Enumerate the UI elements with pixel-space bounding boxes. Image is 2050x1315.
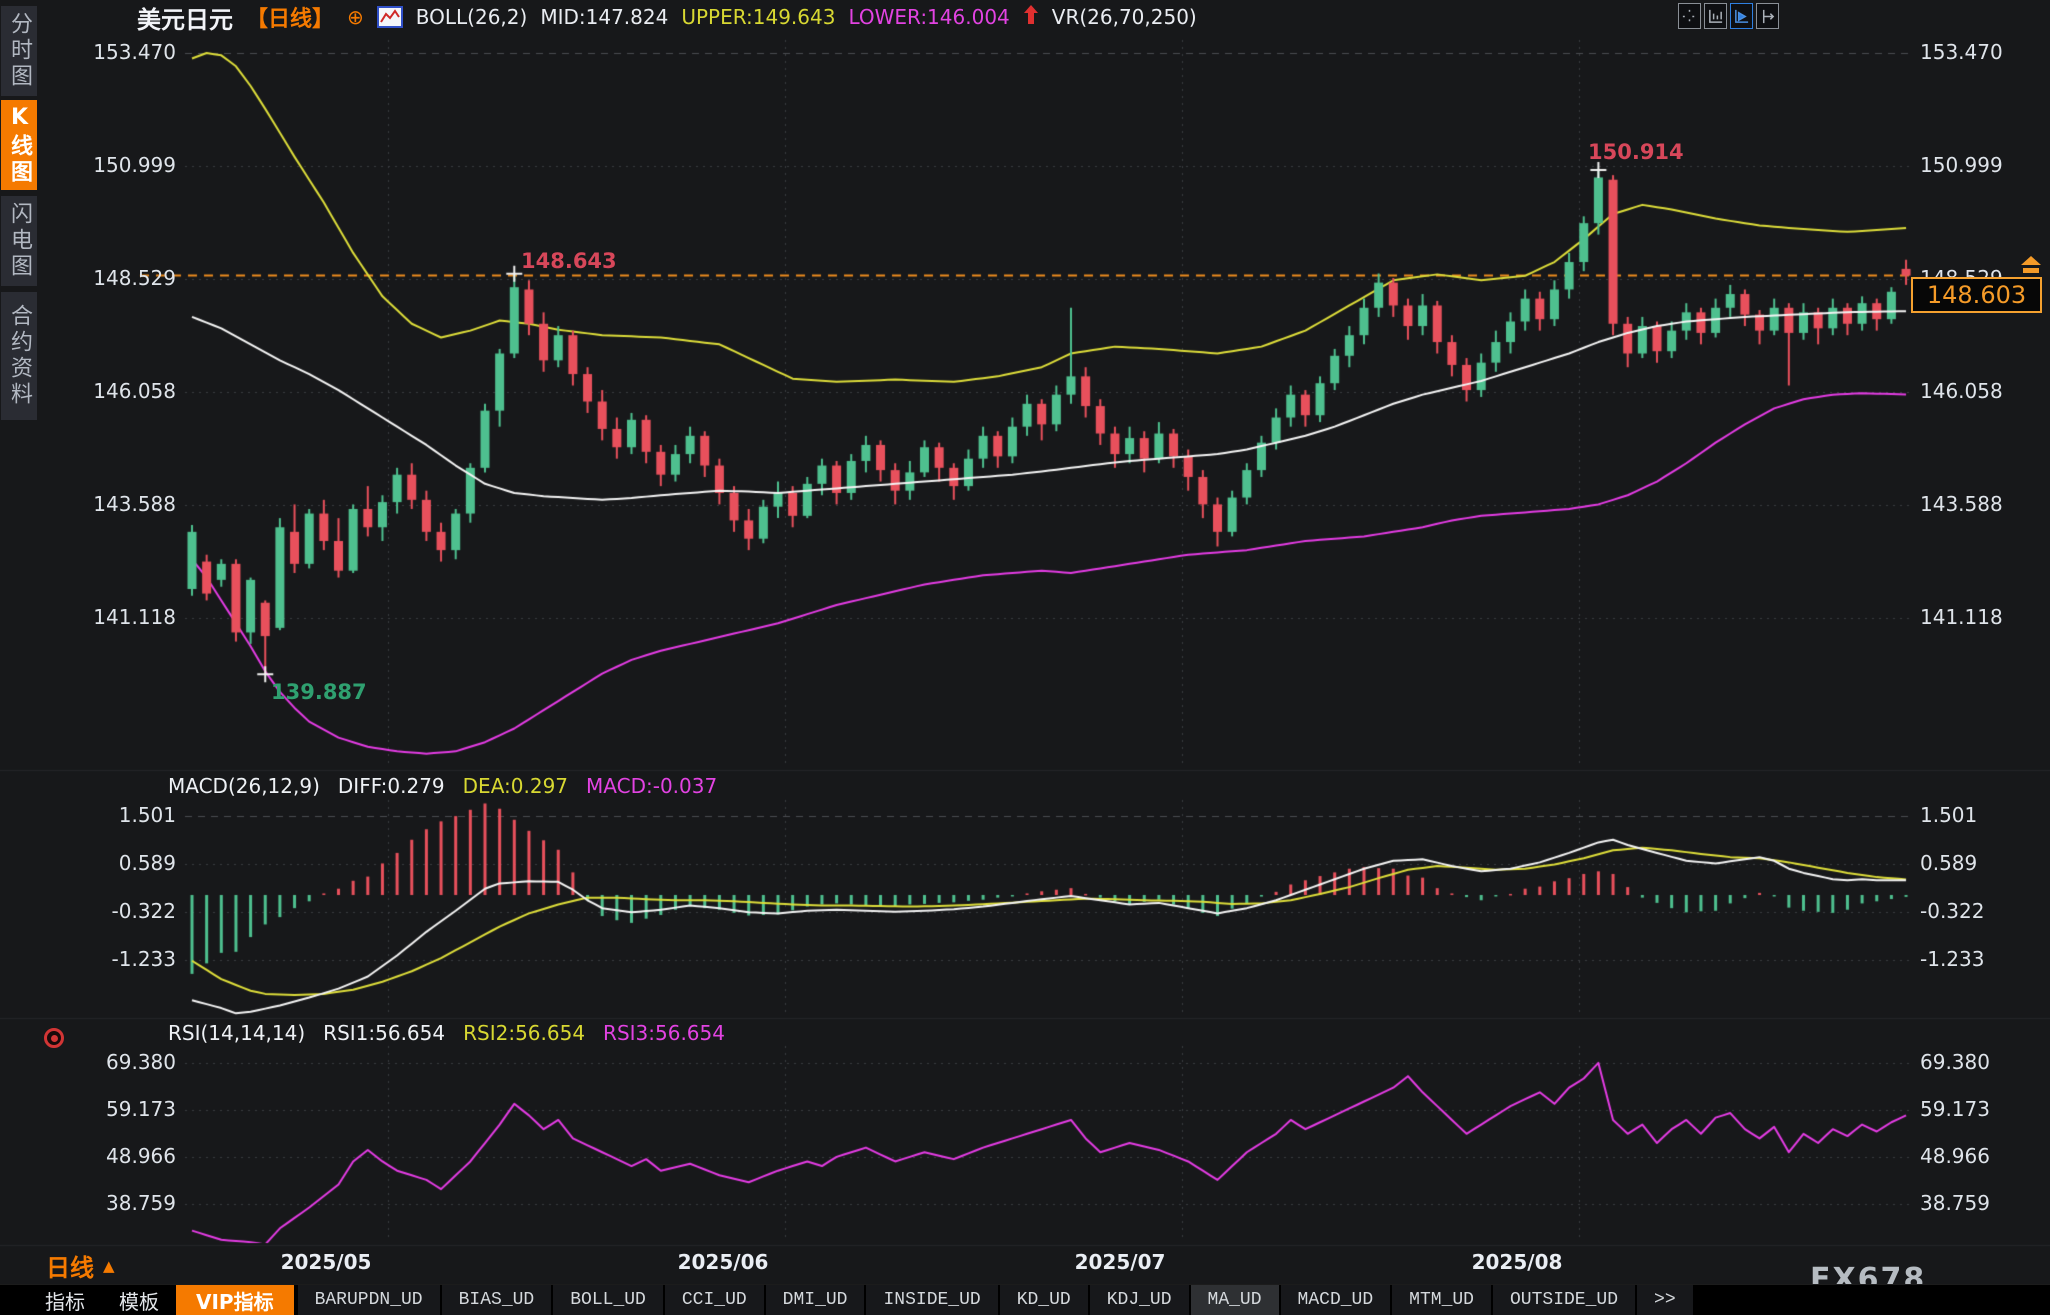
macd-dea-value: DEA:0.297 — [463, 774, 568, 798]
boll-upper-value: UPPER:149.643 — [681, 5, 835, 29]
vr-label: VR(26,70,250) — [1052, 5, 1197, 29]
rsi-title: RSI(14,14,14) — [168, 1021, 305, 1045]
rsi-tick-right: 38.759 — [1920, 1191, 1990, 1215]
rsi-tick-right: 48.966 — [1920, 1144, 1990, 1168]
macd-macd-value: MACD:-0.037 — [586, 774, 717, 798]
price-tick-left: 143.588 — [88, 492, 176, 516]
rsi3-value: RSI3:56.654 — [603, 1021, 725, 1045]
record-icon[interactable] — [44, 1028, 64, 1048]
macd-tick-left: -0.322 — [88, 899, 176, 923]
period-text: 日线 — [46, 1248, 94, 1283]
tab-bias_ud[interactable]: BIAS_UD — [442, 1285, 552, 1315]
crosshair-tool-button[interactable] — [1678, 3, 1701, 29]
price-tick-right: 153.470 — [1920, 40, 2003, 64]
price-up-arrows-icon — [2018, 255, 2044, 281]
macd-tick-left: 0.589 — [88, 851, 176, 875]
boll-lower-value: LOWER:146.004 — [848, 5, 1009, 29]
macd-title: MACD(26,12,9) — [168, 774, 320, 798]
tab-inside_ud[interactable]: INSIDE_UD — [866, 1285, 997, 1315]
chart-header: 美元日元 【日线】 ⊕ BOLL(26,2) MID:147.824 UPPER… — [137, 0, 1197, 34]
macd-diff-value: DIFF:0.279 — [338, 774, 445, 798]
rsi-tick-right: 69.380 — [1920, 1050, 1990, 1074]
tab-模板[interactable]: 模板 — [102, 1285, 176, 1315]
chart-toolbar — [1678, 3, 1779, 29]
tab-kd_ud[interactable]: KD_UD — [1000, 1285, 1088, 1315]
sidebar-item-time-chart[interactable]: 分时图 — [1, 6, 37, 96]
rsi-label-row: RSI(14,14,14) RSI1:56.654 RSI2:56.654 RS… — [168, 1021, 725, 1045]
triangle-up-icon: ▲ — [103, 1257, 115, 1275]
rsi-tick-left: 69.380 — [88, 1050, 176, 1074]
price-tick-left: 153.470 — [88, 40, 176, 64]
tab-boll_ud[interactable]: BOLL_UD — [553, 1285, 663, 1315]
swing-low-annotation: 139.887 — [271, 680, 367, 704]
period-selector[interactable]: 日线 ▲ — [46, 1248, 115, 1283]
add-indicator-icon[interactable]: ⊕ — [347, 7, 364, 27]
price-tick-right: 146.058 — [1920, 379, 2003, 403]
tab-cci_ud[interactable]: CCI_UD — [665, 1285, 764, 1315]
candlestick-chart-canvas[interactable] — [0, 0, 2050, 1314]
boll-mid-value: MID:147.824 — [540, 5, 668, 29]
macd-tick-left: -1.233 — [88, 947, 176, 971]
macd-label-row: MACD(26,12,9) DIFF:0.279 DEA:0.297 MACD:… — [168, 774, 717, 798]
last-price-box: 148.603 — [1911, 277, 2042, 313]
sidebar-item-contract-info[interactable]: 合约资料 — [1, 292, 37, 420]
sidebar-item-flash-chart[interactable]: 闪电图 — [1, 196, 37, 286]
right-axis-tool-button[interactable] — [1756, 3, 1779, 29]
rsi-tick-left: 48.966 — [88, 1144, 176, 1168]
rsi2-value: RSI2:56.654 — [463, 1021, 585, 1045]
price-tick-right: 150.999 — [1920, 153, 2003, 177]
price-tick-left: 150.999 — [88, 153, 176, 177]
rsi1-value: RSI1:56.654 — [323, 1021, 445, 1045]
tab-vip指标[interactable]: VIP指标 — [176, 1285, 294, 1315]
tab-ma_ud[interactable]: MA_UD — [1191, 1285, 1279, 1315]
macd-tick-right: 1.501 — [1920, 803, 1977, 827]
tab-barupdn_ud[interactable]: BARUPDN_UD — [298, 1285, 440, 1315]
price-tick-left: 148.529 — [88, 266, 176, 290]
indicator-tab-bar: 指标模板VIP指标BARUPDN_UDBIAS_UDBOLL_UDCCI_UDD… — [0, 1284, 2050, 1315]
swing-high-annotation-2: 150.914 — [1588, 140, 1684, 164]
rsi-tick-left: 38.759 — [88, 1191, 176, 1215]
period-badge: 【日线】 — [246, 1, 334, 33]
tab-macd_ud[interactable]: MACD_UD — [1281, 1285, 1391, 1315]
macd-tick-right: 0.589 — [1920, 851, 1977, 875]
price-tick-right: 141.118 — [1920, 605, 2003, 629]
boll-label: BOLL(26,2) — [416, 5, 528, 29]
axis-scale-tool-button[interactable] — [1704, 3, 1727, 29]
rsi-tick-right: 59.173 — [1920, 1097, 1990, 1121]
up-arrow-icon — [1023, 4, 1039, 30]
tab-dmi_ud[interactable]: DMI_UD — [766, 1285, 865, 1315]
tab-mtm_ud[interactable]: MTM_UD — [1392, 1285, 1491, 1315]
swing-high-annotation-1: 148.643 — [521, 249, 617, 273]
xaxis-date-label: 2025/08 — [1472, 1250, 1563, 1274]
macd-tick-left: 1.501 — [88, 803, 176, 827]
price-tick-left: 146.058 — [88, 379, 176, 403]
price-tick-right: 143.588 — [1920, 492, 2003, 516]
xaxis-date-label: 2025/05 — [281, 1250, 372, 1274]
xaxis-date-label: 2025/07 — [1075, 1250, 1166, 1274]
tab-outside_ud[interactable]: OUTSIDE_UD — [1493, 1285, 1635, 1315]
xaxis-date-label: 2025/06 — [678, 1250, 769, 1274]
chart-zoom-tool-button-active[interactable] — [1730, 3, 1753, 29]
tab-kdj_ud[interactable]: KDJ_UD — [1090, 1285, 1189, 1315]
symbol-title: 美元日元 — [137, 0, 233, 35]
sidebar-item-kline-chart[interactable]: K线图 — [1, 100, 37, 190]
tab->>[interactable]: >> — [1637, 1285, 1693, 1315]
mini-chart-icon[interactable] — [377, 6, 403, 28]
macd-tick-right: -1.233 — [1920, 947, 1984, 971]
price-tick-left: 141.118 — [88, 605, 176, 629]
tab-指标[interactable]: 指标 — [28, 1285, 102, 1315]
macd-tick-right: -0.322 — [1920, 899, 1984, 923]
rsi-tick-left: 59.173 — [88, 1097, 176, 1121]
tabbar-spacer — [0, 1285, 28, 1315]
